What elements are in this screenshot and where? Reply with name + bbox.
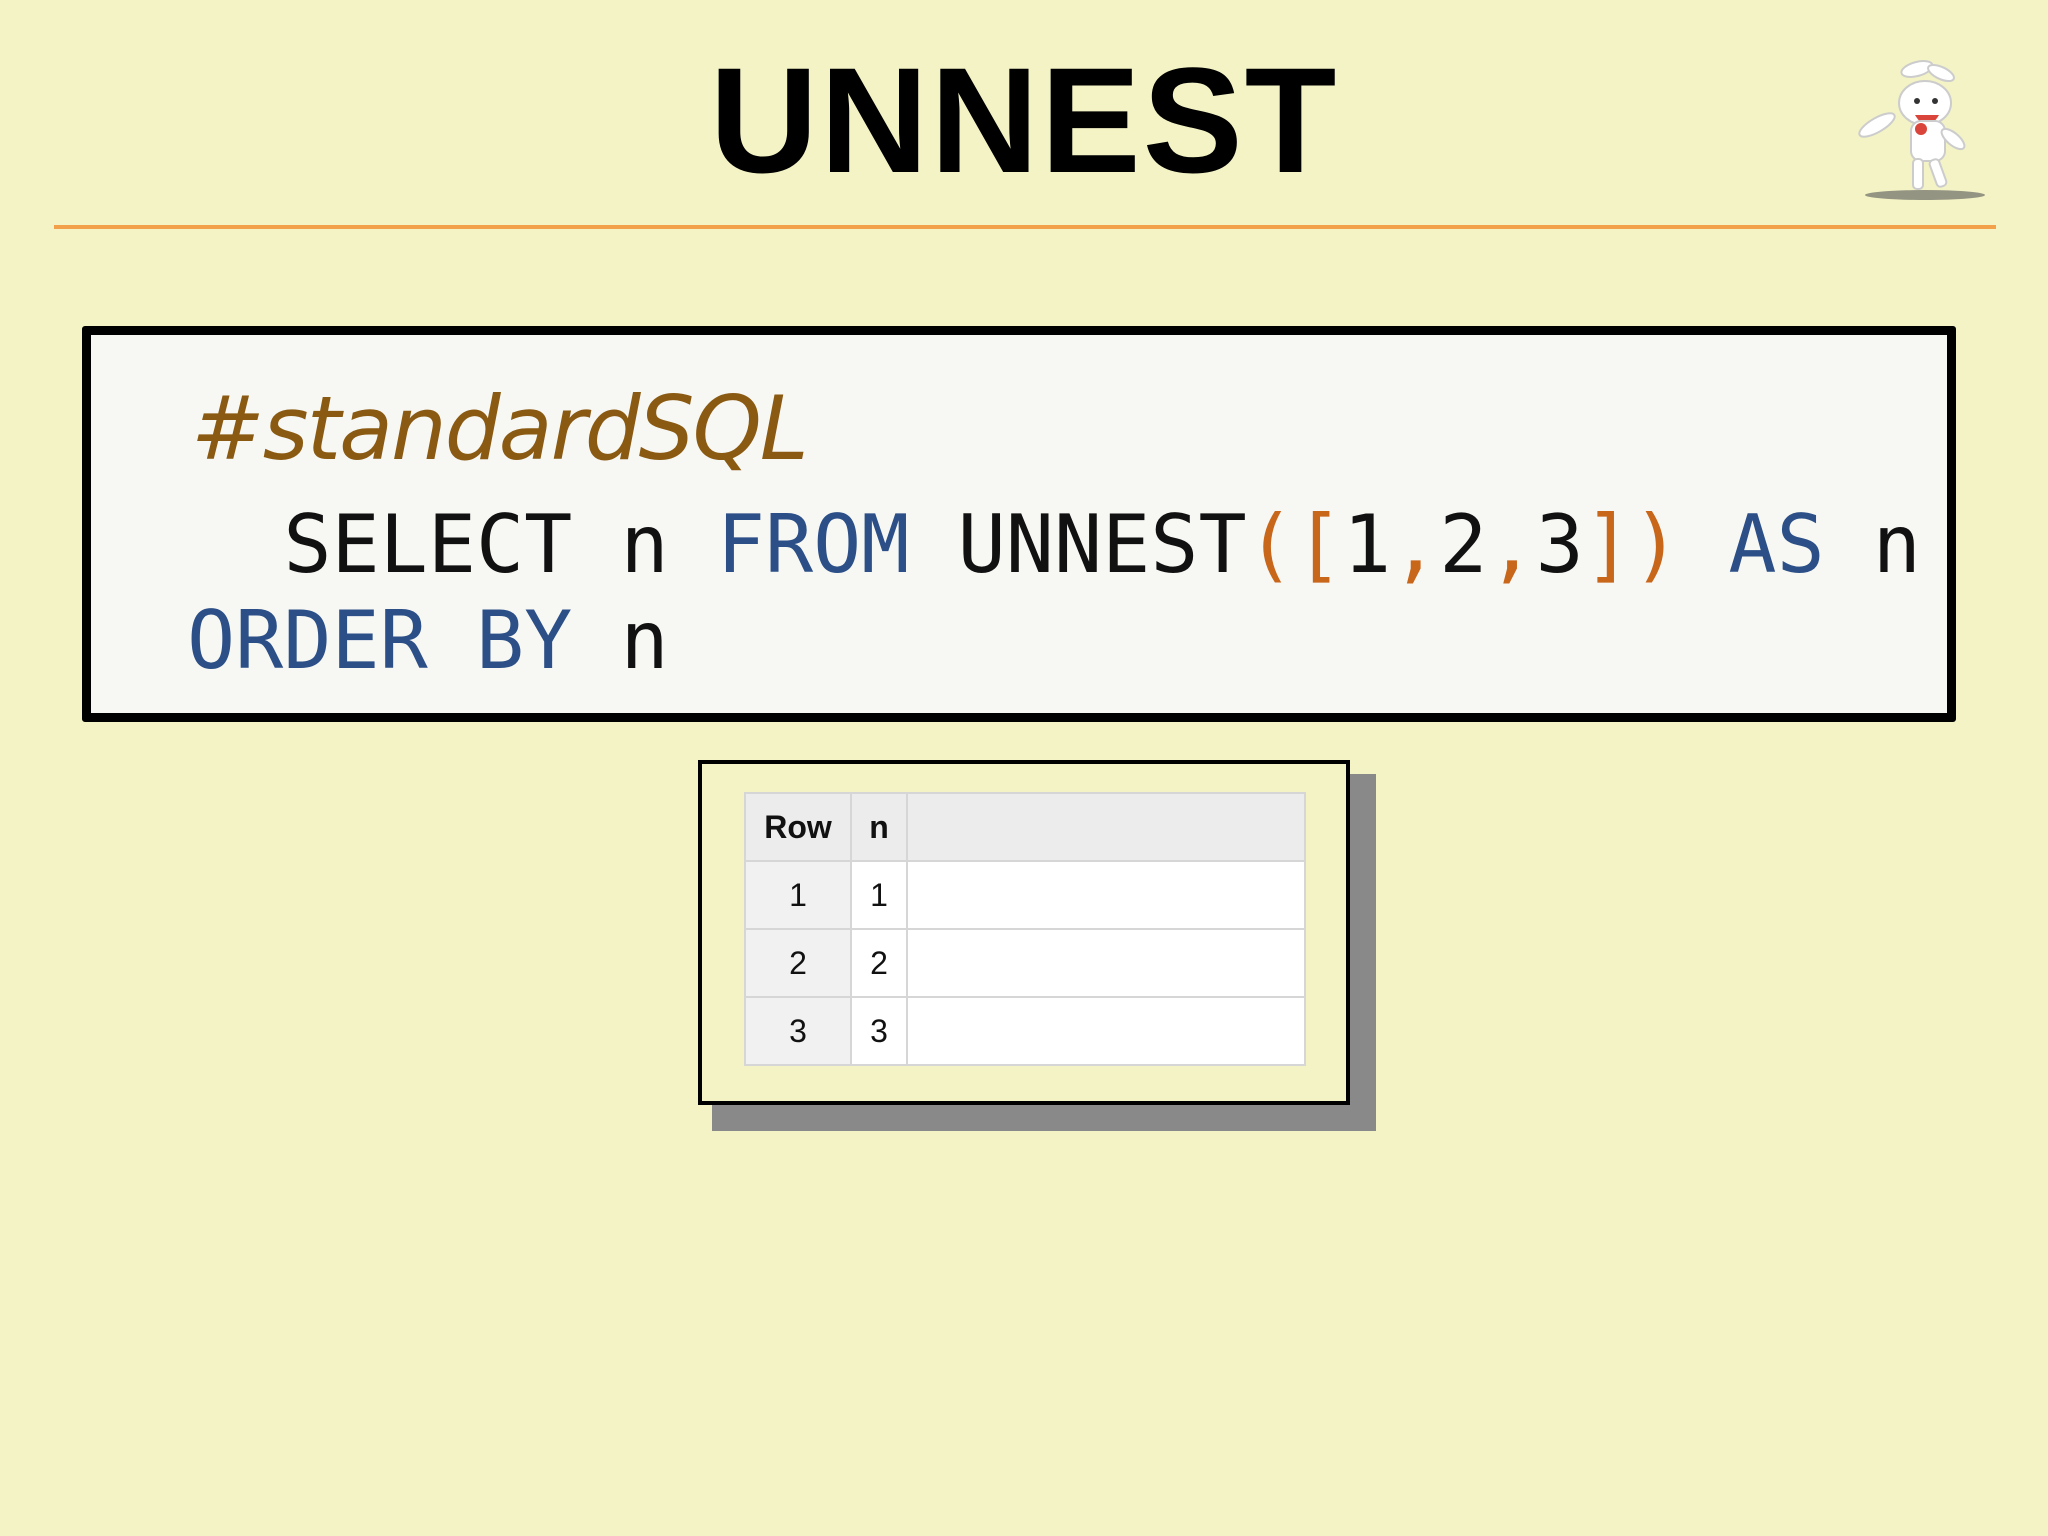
result-table: Row n 1 1 2 2 3 3 [744,792,1306,1066]
n-value-cell: 1 [850,860,908,930]
code-line-1: SELECT n FROM UNNEST([1,2,3]) AS n [187,497,1921,593]
code-token-plain: 2 [1439,498,1488,591]
code-line-2: ORDER BY n [187,593,669,689]
code-block: #standardSQL SELECT n FROM UNNEST([1,2,3… [82,326,1956,722]
title-divider [54,225,1996,229]
table-row: 1 1 [744,860,1306,930]
column-header-row: Row [744,792,852,862]
code-token-punct: ]) [1583,498,1681,591]
code-token-keyword: ORDER BY [187,594,573,687]
row-number-cell: 3 [744,996,852,1066]
code-token-punct: , [1487,498,1536,591]
code-token-keyword: AS [1728,498,1825,591]
column-header-empty [906,792,1306,862]
column-header-n: n [850,792,908,862]
table-row: 3 3 [744,996,1306,1066]
empty-cell [906,928,1306,998]
code-token-plain: 3 [1535,498,1584,591]
row-number-cell: 1 [744,860,852,930]
rabbit-mascot-icon [1858,60,1985,200]
code-token-punct: ([ [1246,498,1343,591]
table-header-row: Row n [744,792,1306,862]
empty-cell [906,860,1306,930]
code-token-plain: n [1824,498,1921,591]
row-number-cell: 2 [744,928,852,998]
code-token-punct: , [1391,498,1440,591]
empty-cell [906,996,1306,1066]
table-row: 2 2 [744,928,1306,998]
code-token-plain: UNNEST [909,498,1247,591]
n-value-cell: 3 [850,996,908,1066]
code-token-plain: 1 [1342,498,1392,591]
slide-title: UNNEST [709,36,1339,204]
code-token-plain: SELECT n [187,498,717,591]
code-token-keyword: FROM [716,498,910,591]
code-token-plain: n [572,594,669,687]
n-value-cell: 2 [850,928,908,998]
code-comment: #standardSQL [191,377,809,480]
